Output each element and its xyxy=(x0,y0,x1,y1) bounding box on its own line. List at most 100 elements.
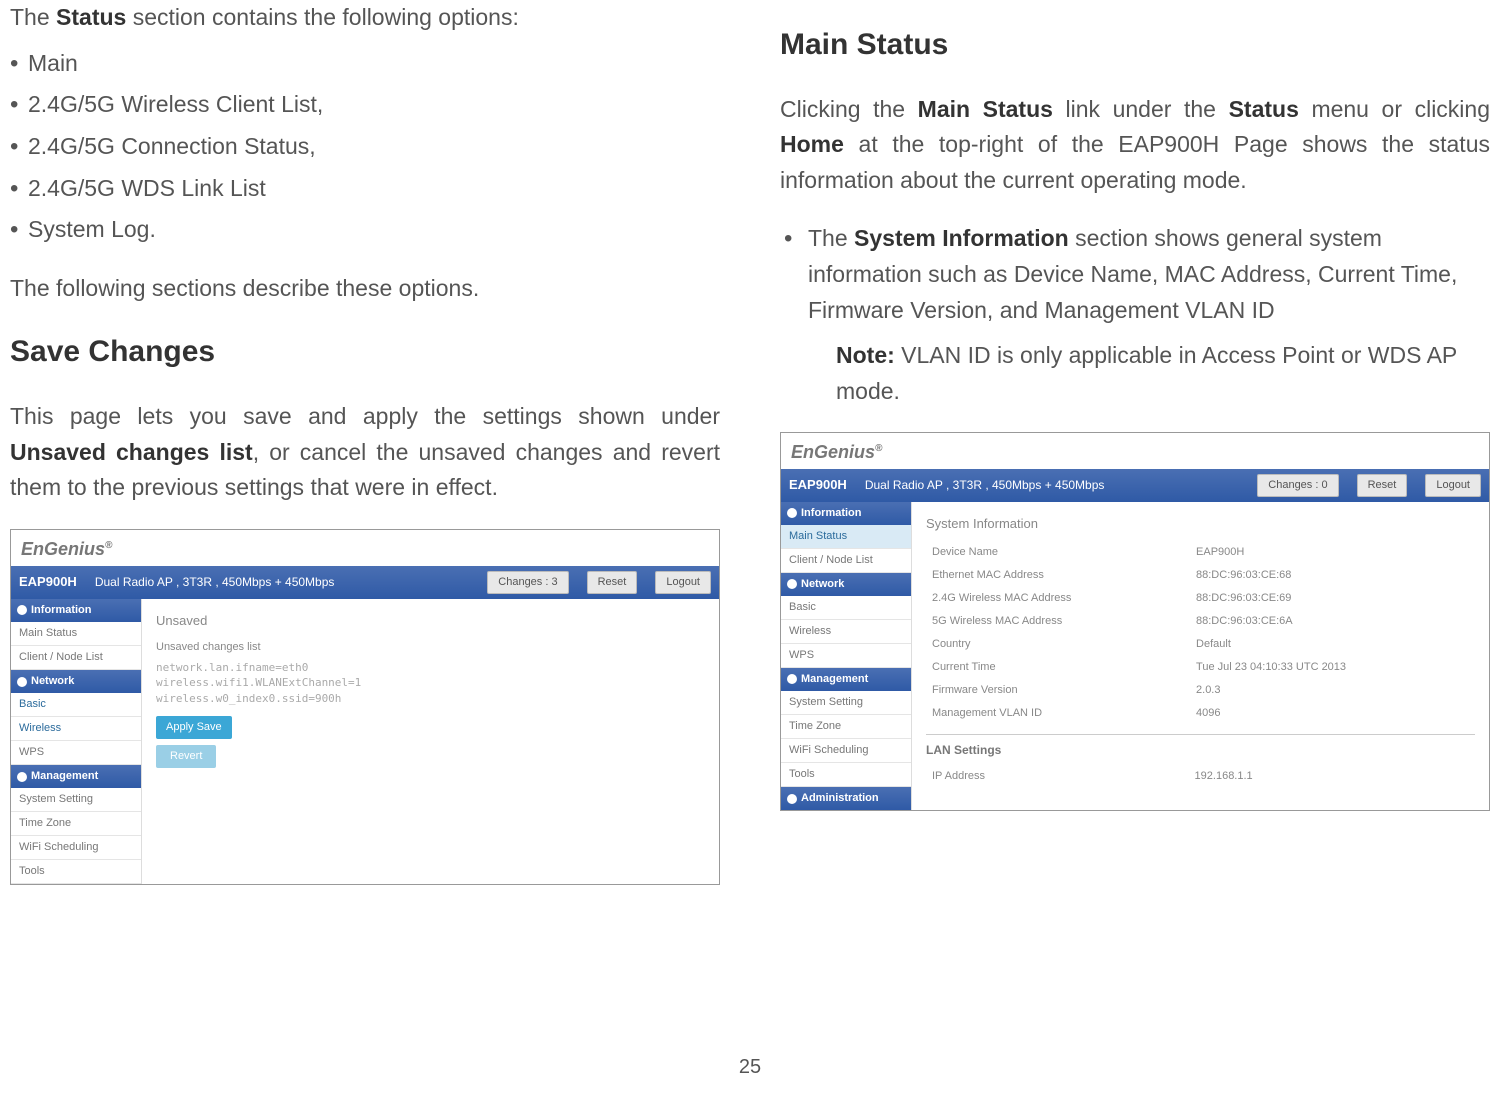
bullet-a: The xyxy=(808,225,854,251)
sidebar-item-time-zone[interactable]: Time Zone xyxy=(11,812,141,836)
table-row: CountryDefault xyxy=(928,634,1473,655)
save-changes-para: This page lets you save and apply the se… xyxy=(10,399,720,506)
sidebar-item-main-status[interactable]: Main Status xyxy=(781,525,911,549)
section-label: Management xyxy=(801,671,868,688)
sidebar-item-basic[interactable]: Basic xyxy=(11,693,141,717)
main-panel: System Information Device NameEAP900H Et… xyxy=(912,502,1489,811)
info-value: 88:DC:96:03:CE:6A xyxy=(1192,611,1473,632)
sidebar-section-information[interactable]: Information xyxy=(11,599,141,622)
sidebar-section-administration[interactable]: Administration xyxy=(781,787,911,810)
page-number: 25 xyxy=(0,1056,1500,1079)
logout-button[interactable]: Logout xyxy=(655,571,711,594)
sidebar-item-wifi-scheduling[interactable]: WiFi Scheduling xyxy=(781,739,911,763)
info-value: EAP900H xyxy=(1192,542,1473,563)
sidebar-item-system-setting[interactable]: System Setting xyxy=(11,788,141,812)
p1-f: Home xyxy=(780,131,844,157)
info-value: 88:DC:96:03:CE:68 xyxy=(1192,565,1473,586)
intro-prefix: The xyxy=(10,4,56,30)
header-bar: EAP900H Dual Radio AP , 3T3R , 450Mbps +… xyxy=(781,469,1489,502)
intro-line-2: The following sections describe these op… xyxy=(10,271,720,307)
sidebar: Information Main Status Client / Node Li… xyxy=(781,502,912,811)
info-value: 4096 xyxy=(1192,703,1473,724)
admin-icon xyxy=(787,794,797,804)
sidebar-item-tools[interactable]: Tools xyxy=(781,763,911,787)
main-status-bullets: The System Information section shows gen… xyxy=(780,221,1490,409)
para-a: This page lets you save and apply the se… xyxy=(10,403,720,429)
sidebar-item-main-status[interactable]: Main Status xyxy=(11,622,141,646)
table-row: Current TimeTue Jul 23 04:10:33 UTC 2013 xyxy=(928,657,1473,678)
main-panel: Unsaved Unsaved changes list network.lan… xyxy=(142,599,719,885)
p1-e: menu or clicking xyxy=(1299,96,1490,122)
model-label: EAP900H xyxy=(789,475,847,495)
section-label: Information xyxy=(801,505,862,522)
list-item: The System Information section shows gen… xyxy=(780,221,1490,409)
sidebar-section-network[interactable]: Network xyxy=(11,670,141,693)
bullet-b: System Information xyxy=(854,225,1069,251)
network-icon xyxy=(17,677,27,687)
sidebar-item-wireless[interactable]: Wireless xyxy=(11,717,141,741)
info-icon xyxy=(787,508,797,518)
sidebar-section-information[interactable]: Information xyxy=(781,502,911,525)
sidebar-item-time-zone[interactable]: Time Zone xyxy=(781,715,911,739)
sidebar-item-system-setting[interactable]: System Setting xyxy=(781,691,911,715)
sidebar-section-network[interactable]: Network xyxy=(781,573,911,596)
model-desc: Dual Radio AP , 3T3R , 450Mbps + 450Mbps xyxy=(95,573,335,592)
logout-button[interactable]: Logout xyxy=(1425,474,1481,497)
info-label: Country xyxy=(928,634,1190,655)
info-value: 192.168.1.1 xyxy=(1191,766,1473,787)
status-options-list: Main 2.4G/5G Wireless Client List, 2.4G/… xyxy=(10,46,720,248)
heading-main-status: Main Status xyxy=(780,22,1490,69)
sidebar-item-tools[interactable]: Tools xyxy=(11,860,141,884)
intro-suffix: section contains the following options: xyxy=(126,4,519,30)
model-desc: Dual Radio AP , 3T3R , 450Mbps + 450Mbps xyxy=(865,476,1105,495)
panel-title: Unsaved xyxy=(156,607,705,637)
note-label: Note: xyxy=(836,342,895,368)
sidebar-item-client-list[interactable]: Client / Node List xyxy=(11,646,141,670)
logo: EnGenius® xyxy=(11,530,719,566)
para-bold: Unsaved changes list xyxy=(10,439,253,465)
logo-text: EnGenius xyxy=(791,442,875,462)
panel-subtitle: Unsaved changes list xyxy=(156,639,705,656)
sidebar-item-client-list[interactable]: Client / Node List xyxy=(781,549,911,573)
sidebar-item-wifi-scheduling[interactable]: WiFi Scheduling xyxy=(11,836,141,860)
reset-button[interactable]: Reset xyxy=(587,571,638,594)
network-icon xyxy=(787,579,797,589)
info-value: 2.0.3 xyxy=(1192,680,1473,701)
section-label: Network xyxy=(801,576,844,593)
table-row: Ethernet MAC Address88:DC:96:03:CE:68 xyxy=(928,565,1473,586)
sidebar-section-management[interactable]: Management xyxy=(781,668,911,691)
intro-bold: Status xyxy=(56,4,126,30)
section-label: Information xyxy=(31,602,92,619)
list-item: System Log. xyxy=(10,212,720,248)
table-row: Device NameEAP900H xyxy=(928,542,1473,563)
note-text: VLAN ID is only applicable in Access Poi… xyxy=(836,342,1457,404)
system-info-table: Device NameEAP900H Ethernet MAC Address8… xyxy=(926,540,1475,726)
logo-text: EnGenius xyxy=(21,539,105,559)
table-row: 5G Wireless MAC Address88:DC:96:03:CE:6A xyxy=(928,611,1473,632)
table-row: Firmware Version2.0.3 xyxy=(928,680,1473,701)
revert-button[interactable]: Revert xyxy=(156,745,216,768)
screenshot-unsaved: EnGenius® EAP900H Dual Radio AP , 3T3R ,… xyxy=(10,529,720,886)
table-row: 2.4G Wireless MAC Address88:DC:96:03:CE:… xyxy=(928,588,1473,609)
p1-g: at the top-right of the EAP900H Page sho… xyxy=(780,131,1490,193)
heading-save-changes: Save Changes xyxy=(10,329,720,376)
sidebar-item-wireless[interactable]: Wireless xyxy=(781,620,911,644)
info-value: Tue Jul 23 04:10:33 UTC 2013 xyxy=(1192,657,1473,678)
sidebar-item-basic[interactable]: Basic xyxy=(781,596,911,620)
reset-button[interactable]: Reset xyxy=(1357,474,1408,497)
info-label: IP Address xyxy=(928,766,1189,787)
sidebar-item-wps[interactable]: WPS xyxy=(781,644,911,668)
management-icon xyxy=(787,674,797,684)
section-label: Network xyxy=(31,673,74,690)
sidebar-section-management[interactable]: Management xyxy=(11,765,141,788)
changes-button[interactable]: Changes : 0 xyxy=(1257,474,1338,497)
sidebar-item-wps[interactable]: WPS xyxy=(11,741,141,765)
info-icon xyxy=(17,605,27,615)
header-bar: EAP900H Dual Radio AP , 3T3R , 450Mbps +… xyxy=(11,566,719,599)
model-label: EAP900H xyxy=(19,572,77,592)
info-label: Device Name xyxy=(928,542,1190,563)
apply-save-button[interactable]: Apply Save xyxy=(156,716,232,739)
list-item: 2.4G/5G Connection Status, xyxy=(10,129,720,165)
main-status-para: Clicking the Main Status link under the … xyxy=(780,92,1490,199)
changes-button[interactable]: Changes : 3 xyxy=(487,571,568,594)
